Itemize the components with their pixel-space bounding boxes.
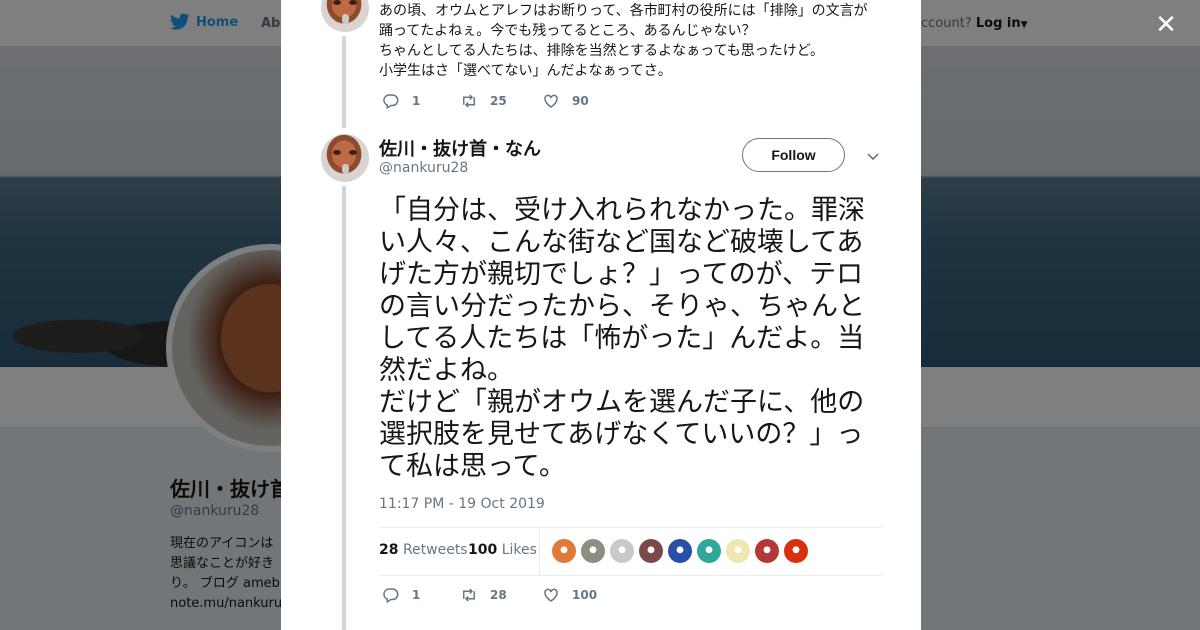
reply-icon — [383, 588, 399, 604]
reply-button[interactable]: 1 — [382, 586, 460, 604]
liker-avatar[interactable] — [784, 539, 808, 563]
reply-button[interactable]: 1 — [382, 92, 460, 110]
author-avatar[interactable] — [321, 134, 369, 182]
tweet-modal: あの頃、オウムとアレフはお断りって、各市町村の役所には「排除」の文言が 踊ってた… — [281, 0, 921, 630]
liker-avatar[interactable] — [697, 539, 721, 563]
liker-avatar[interactable] — [552, 539, 576, 563]
author-name[interactable]: 佐川・抜け首・なん — [379, 135, 541, 161]
like-count: 90 — [572, 94, 589, 108]
reply-icon — [383, 94, 399, 110]
previous-tweet-text: あの頃、オウムとアレフはお断りって、各市町村の役所には「排除」の文言が 踊ってた… — [379, 1, 879, 81]
previous-tweet-actions: 1 25 90 — [382, 92, 589, 110]
retweets-stat-count: 28 — [379, 542, 399, 558]
thread-line — [342, 36, 346, 128]
liker-avatar[interactable] — [668, 539, 692, 563]
retweet-count: 25 — [490, 94, 507, 108]
tweet-timestamp[interactable]: 11:17 PM - 19 Oct 2019 — [379, 496, 545, 512]
close-icon[interactable]: ✕ — [1152, 11, 1180, 39]
avatar[interactable] — [321, 0, 369, 32]
liker-avatar[interactable] — [610, 539, 634, 563]
tweet-line: ちゃんとしてる人たちは、排除を当然とするよなぁっても思ったけど。 — [379, 43, 825, 59]
retweet-button[interactable]: 25 — [460, 92, 542, 110]
author-handle[interactable]: @nankuru28 — [379, 160, 468, 176]
liker-avatar[interactable] — [581, 539, 605, 563]
retweets-stat[interactable]: 28 Retweets — [379, 542, 468, 558]
liker-avatar[interactable] — [639, 539, 663, 563]
liker-avatar[interactable] — [755, 539, 779, 563]
tweet-stats: 28 Retweets 100 Likes — [379, 527, 882, 576]
heart-icon — [544, 94, 558, 108]
tweet-line: 踊ってたよねぇ。今でも残ってるところ、あるんじゃない？ — [379, 23, 756, 39]
retweets-stat-label: Retweets — [402, 542, 468, 558]
reply-count: 1 — [412, 588, 421, 602]
tweet-actions: 1 28 100 — [382, 586, 597, 604]
retweet-icon — [463, 94, 475, 108]
like-count: 100 — [572, 588, 598, 602]
follow-button[interactable]: Follow — [742, 138, 845, 172]
retweet-icon — [463, 588, 475, 602]
retweet-count: 28 — [490, 588, 507, 602]
stats-divider — [539, 528, 540, 575]
liker-avatars — [552, 539, 808, 563]
like-button[interactable]: 90 — [542, 92, 589, 110]
likes-stat[interactable]: 100 Likes — [468, 542, 537, 558]
liker-avatar[interactable] — [726, 539, 750, 563]
reply-count: 1 — [412, 94, 421, 108]
tweet-line: 小学生はさ「選べてない」んだよなぁってさ。 — [379, 63, 672, 79]
heart-icon — [544, 588, 558, 602]
chevron-down-icon[interactable] — [865, 148, 881, 164]
tweet-line: あの頃、オウムとアレフはお断りって、各市町村の役所には「排除」の文言が — [379, 3, 868, 19]
like-button[interactable]: 100 — [542, 586, 597, 604]
likes-stat-label: Likes — [501, 542, 537, 558]
thread-line — [342, 186, 346, 630]
retweet-button[interactable]: 28 — [460, 586, 542, 604]
likes-stat-count: 100 — [468, 542, 498, 558]
tweet-text: 「自分は、受け入れられなかった。罪深い人々、こんな街など国など破壊してあげた方が… — [379, 195, 865, 482]
